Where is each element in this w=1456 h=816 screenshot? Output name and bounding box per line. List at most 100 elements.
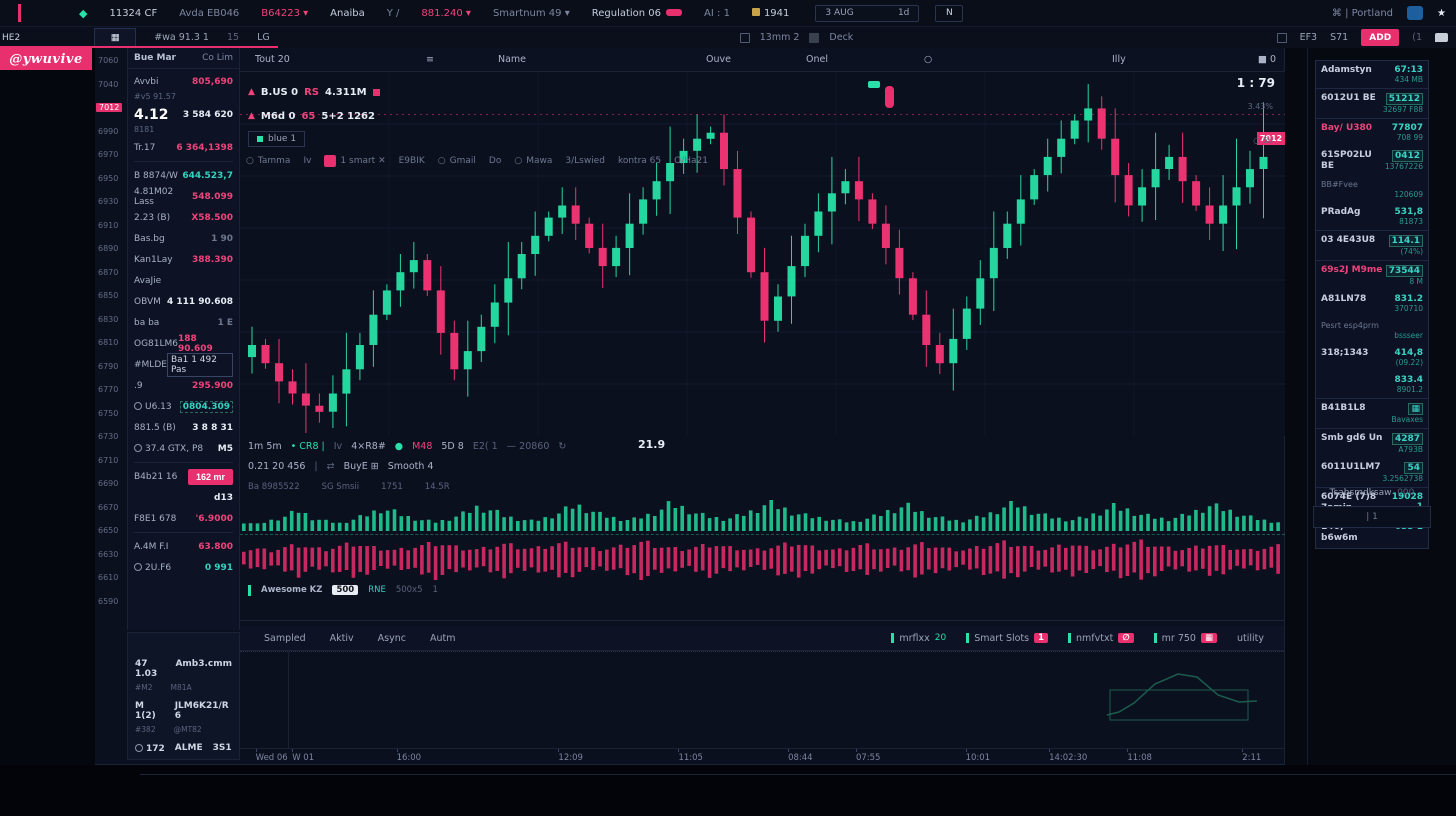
bottom-stat-mrflxx[interactable]: mrflxx20 xyxy=(891,633,946,644)
toolbar-item-o-ha21[interactable]: O/Ha21 xyxy=(674,156,708,166)
chart-header-item[interactable]: Onel xyxy=(806,54,828,65)
timeframe-token[interactable]: ● xyxy=(395,441,403,452)
timeframe-token[interactable]: • CR8 | xyxy=(291,441,325,452)
legend-row[interactable]: ▲M6d 0655+2 1262 xyxy=(248,104,380,128)
favorite-star-icon[interactable]: ★ xyxy=(1437,8,1446,19)
right-tab-2[interactable]: S71 xyxy=(1330,32,1348,43)
trend-arrow-icon: ▲ xyxy=(248,87,255,97)
toolbar-item-gmail[interactable]: ○Gmail xyxy=(438,156,476,166)
buy-button[interactable]: 162 mr xyxy=(188,469,233,485)
indicator-token[interactable]: ⇄ xyxy=(327,461,335,472)
chart-header-item[interactable]: ■ 0 xyxy=(1258,54,1276,65)
timeframe-token[interactable]: 4×R8# xyxy=(351,441,386,452)
axis-tick xyxy=(256,749,257,752)
grid-icon[interactable] xyxy=(740,33,750,43)
watchlist-row[interactable]: 6011U1LM7543.2562738 xyxy=(1316,458,1428,487)
indicator-token[interactable]: BuyE ⊞ xyxy=(344,461,379,472)
watchlist-row[interactable]: 833.48901.2 xyxy=(1316,371,1428,398)
watchlist-row[interactable]: 69s2J M9me735448 M xyxy=(1316,260,1428,290)
indicator-token[interactable]: 0.21 20 456 xyxy=(248,461,305,472)
add-button[interactable]: ADD xyxy=(1361,29,1399,46)
bottom-stat-nmfvtxt[interactable]: nmfvtxt∅ xyxy=(1068,633,1134,644)
stat-label: mrflxx xyxy=(899,633,929,644)
watchlist-row[interactable]: PRadAg531,881873 xyxy=(1316,203,1428,230)
menu-item-2[interactable]: Anaiba xyxy=(330,8,365,19)
indicator-token[interactable]: | xyxy=(314,461,317,472)
watchlist-row[interactable]: 03 4E43U8114.1(74%) xyxy=(1316,230,1428,260)
toolbar-item-3-lswied[interactable]: 3/Lswied xyxy=(565,156,605,166)
watchlist-row[interactable]: Bay/ U38077807708 99 xyxy=(1316,118,1428,146)
panel-icon[interactable] xyxy=(1277,33,1287,43)
bottom-tab-async[interactable]: Async xyxy=(378,633,406,644)
menu-item-4[interactable]: Regulation 06 xyxy=(592,8,682,19)
order-history-row[interactable]: 47 1.03Amb3.cmm xyxy=(135,659,232,679)
toolbar-item-iv[interactable]: Iv xyxy=(303,156,311,166)
deck-label[interactable]: Deck xyxy=(829,32,853,43)
instrument-price: 73544 xyxy=(1386,265,1423,277)
app-logo-icon[interactable] xyxy=(1407,6,1423,20)
layout-tab-3[interactable]: LG xyxy=(257,32,270,43)
right-tab-1[interactable]: EF3 xyxy=(1300,32,1318,43)
toolbar-item-1-smart-[interactable]: 1 smart ✕ xyxy=(324,155,385,167)
bottom-stat-mr-750[interactable]: mr 750▦ xyxy=(1154,633,1217,644)
indicator-token[interactable]: Smooth 4 xyxy=(388,461,434,472)
timeframe-token[interactable]: — 20860 xyxy=(507,441,550,452)
order-subrow: #382@MT82 xyxy=(135,725,232,734)
volume-legend-chip[interactable]: blue 1 xyxy=(248,131,305,147)
stat-label: U6.13 xyxy=(134,401,172,412)
toolbar-item-kontra-65[interactable]: kontra 65 xyxy=(618,156,661,166)
timeframe-token[interactable]: Iv xyxy=(334,441,342,452)
active-layout-tab[interactable]: ▦ xyxy=(94,28,136,47)
watchlist-row[interactable]: Adamstyn67:13434 MB xyxy=(1316,61,1428,88)
candlestick-chart[interactable]: ▲B.US 0RS4.311M▲M6d 0655+2 1262 blue 1 ○T… xyxy=(240,72,1285,436)
menu-value-1[interactable]: B64223 ▾ xyxy=(261,8,308,19)
portfolio-link[interactable]: ⌘ | Portland xyxy=(1332,8,1393,19)
timeframe-token[interactable]: ↻ xyxy=(558,441,566,452)
bottom-tab-sampled[interactable]: Sampled xyxy=(264,633,306,644)
chart-header-item[interactable]: ○ xyxy=(924,54,932,65)
watchlist-row[interactable]: A81LN78831.2370710 xyxy=(1316,290,1428,317)
timeframe-token[interactable]: M48 xyxy=(412,441,432,452)
watchlist-search-input[interactable]: | 1 xyxy=(1313,506,1431,528)
drawer-icon[interactable] xyxy=(809,33,819,43)
timeframe-token[interactable]: 5D 8 xyxy=(441,441,463,452)
order-history-row[interactable]: 172ALME3S1 xyxy=(135,743,232,754)
chat-bubble-icon[interactable] xyxy=(1435,33,1448,42)
bottom-tab-aktiv[interactable]: Aktiv xyxy=(330,633,354,644)
timeframe-token[interactable]: E2( 1 xyxy=(473,441,498,452)
instrument-name: 69s2J M9me xyxy=(1321,265,1382,287)
watchlist-row[interactable]: Smb gd6 Un4287A793B xyxy=(1316,428,1428,458)
instrument-price: 831.2 xyxy=(1395,294,1423,304)
chart-header-item[interactable]: Illy xyxy=(1112,54,1126,65)
chart-header-item[interactable]: Name xyxy=(498,54,526,65)
order-history-row[interactable]: M 1(2)JLM6K21/R 6 xyxy=(135,701,232,721)
toolbar-item-mawa[interactable]: ○Mawa xyxy=(514,156,552,166)
layout-tab-2[interactable]: #wa 91.3 1 xyxy=(154,32,209,43)
toolbar-item-do[interactable]: Do xyxy=(489,156,501,166)
watchlist-row[interactable]: 318;1343414,8(09.22) xyxy=(1316,344,1428,371)
legend-row[interactable]: ▲B.US 0RS4.311M xyxy=(248,80,380,104)
order-symbol: JLM6K21/R 6 xyxy=(175,701,232,721)
chart-header-item[interactable]: Tout 20 xyxy=(255,54,290,65)
timeframe-token[interactable]: 1m 5m xyxy=(248,441,282,452)
instrument-subvalue: bssseer xyxy=(1394,331,1423,340)
instrument-price: 531,8 xyxy=(1395,207,1423,217)
n-toggle-button[interactable]: N xyxy=(935,5,963,22)
chart-header-item[interactable]: ≡ xyxy=(426,54,434,65)
bottom-stat-utility[interactable]: utility xyxy=(1237,633,1264,644)
date-range-input[interactable]: 3 AUG1d xyxy=(815,5,919,22)
status-diamond-icon: ◆ xyxy=(79,7,87,20)
menu-value-2[interactable]: 881.240 ▾ xyxy=(421,8,471,19)
order-sub-b: M81A xyxy=(171,683,192,692)
watchlist-row[interactable]: 61SP02LU BE041213767226 xyxy=(1316,146,1428,176)
toolbar-item-e9bik[interactable]: E9BIK xyxy=(399,156,425,166)
menu-item-1[interactable]: Avda EB046 xyxy=(179,8,239,19)
menu-item-3[interactable]: Smartnum 49 ▾ xyxy=(493,8,570,19)
watchlist-row[interactable]: 6012U1 BE5121232697 F88 xyxy=(1316,88,1428,118)
watchlist-row[interactable]: B41B1L8▦Bavaxes xyxy=(1316,398,1428,428)
legend-value: 5+2 1262 xyxy=(321,111,375,122)
chart-header-item[interactable]: Ouve xyxy=(706,54,731,65)
bottom-tab-autm[interactable]: Autm xyxy=(430,633,456,644)
toolbar-item-tamma[interactable]: ○Tamma xyxy=(246,156,290,166)
bottom-stat-smart-slots[interactable]: Smart Slots1 xyxy=(966,633,1048,644)
